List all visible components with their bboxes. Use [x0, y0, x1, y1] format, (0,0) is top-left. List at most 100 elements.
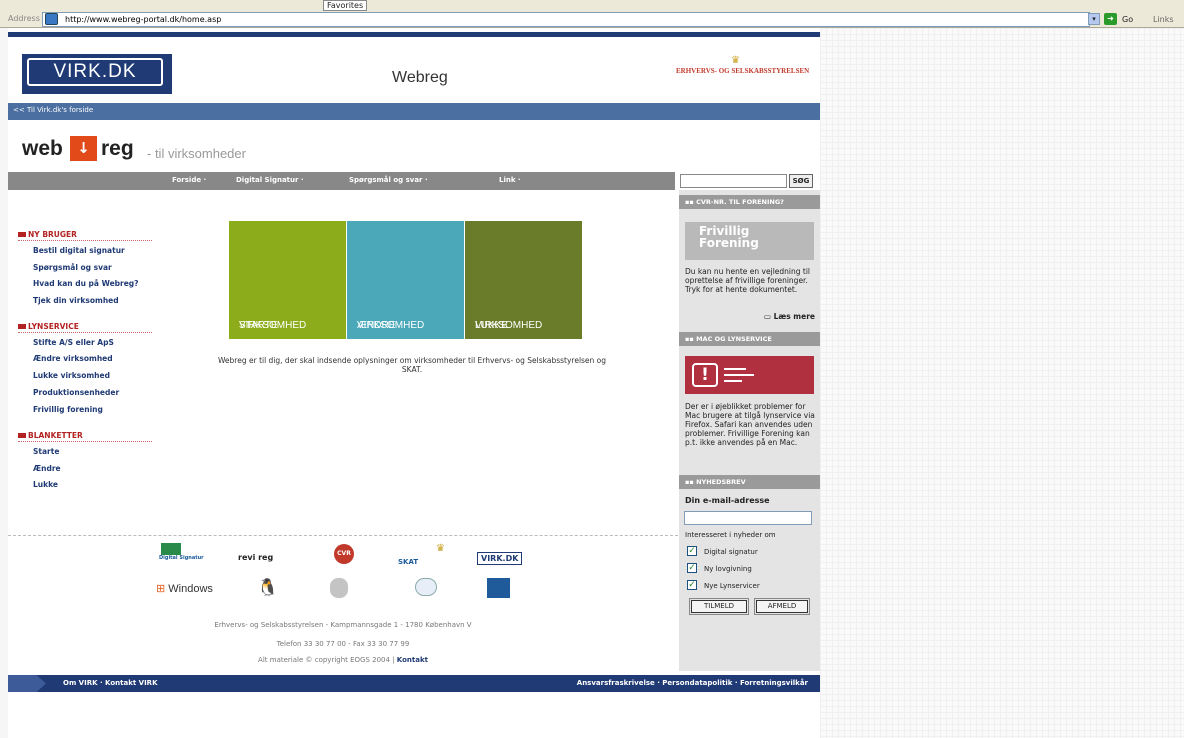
intro-text: Webreg er til dig, der skal indsende opl… [217, 356, 607, 374]
link-tjek-virksomhed[interactable]: Tjek din virksomhed [33, 296, 119, 305]
news-heading: ▪▪ NYHEDSBREV [679, 475, 820, 489]
go-arrow-icon[interactable]: ➜ [1104, 13, 1117, 25]
link-produktionsenheder[interactable]: Produktionsenheder [33, 388, 119, 397]
checkbox-nye-lynservicer[interactable]: ✓ [687, 580, 697, 590]
bullet-icon [18, 232, 26, 237]
brand-reg: reg [101, 137, 134, 160]
warning-icon: ! [692, 363, 718, 387]
read-more-link[interactable]: ▭ Læs mere [685, 312, 815, 321]
nav-link[interactable]: Link · [499, 176, 521, 184]
chevron-down-icon[interactable]: ▾ [1088, 13, 1100, 25]
checkbox-ny-lovgivning[interactable]: ✓ [687, 563, 697, 573]
read-more-label: Læs mere [773, 312, 815, 321]
email-field[interactable] [684, 511, 812, 525]
skat-logo[interactable]: SKAT [398, 558, 418, 566]
checkbox-label: Nye Lynservicer [704, 582, 760, 590]
firefox-icon[interactable] [487, 578, 510, 598]
section-title: LYNSERVICE [28, 322, 79, 331]
cvr-heading: ▪▪ CVR-NR. TIL FORENING? [679, 195, 820, 209]
link-stifte[interactable]: Stifte A/S eller ApS [33, 338, 114, 347]
divider [8, 535, 678, 536]
browser-icon[interactable] [415, 578, 437, 596]
link-bestil-signatur[interactable]: Bestil digital signatur [33, 246, 125, 255]
tile-line2: VIRKSOMHED [239, 320, 307, 331]
crown-icon: ♛ [731, 55, 740, 66]
contact-link[interactable]: Kontakt [397, 656, 428, 664]
unsubscribe-button[interactable]: AFMELD [754, 598, 810, 615]
url-input[interactable]: http://www.webreg-portal.dk/home.asp [42, 12, 1090, 27]
ebst-logo[interactable]: ERHVERVS- OG SELSKABSSTYRELSEN [676, 67, 809, 75]
footer-copyright: Alt materiale © copyright EOGS 2004 | Ko… [8, 656, 678, 664]
page-icon [45, 13, 58, 25]
search-input[interactable] [680, 174, 787, 188]
address-label: Address [8, 14, 40, 23]
bullet-icon [18, 324, 26, 329]
cvr-logo[interactable]: CVR [334, 544, 354, 564]
mac-heading: ▪▪ MAC OG LYNSERVICE [679, 332, 820, 346]
mac-text: Der er i øjeblikket problemer for Mac br… [685, 402, 815, 447]
site-header: VIRK.DK Webreg ♛ ERHVERVS- OG SELSKABSST… [8, 37, 820, 103]
footer-bar: Om VIRK · Kontakt VIRK Ansvarsfraskrivel… [8, 675, 820, 692]
signature-icon [161, 543, 181, 555]
link-blanket-lukke[interactable]: Lukke [33, 480, 58, 489]
tile-line2: VIRKSOMHED [475, 320, 543, 331]
search-button[interactable]: SØG [789, 174, 813, 188]
virk-logo[interactable]: VIRK.DK [22, 54, 172, 94]
back-link[interactable]: << Til Virk.dk's forside [8, 103, 820, 120]
logo-label: Digital Signatur [159, 555, 204, 561]
revireg-logo[interactable]: revi reg [238, 553, 273, 562]
interest-label: Interesseret i nyheder om [685, 531, 776, 539]
copyright-text: Alt materiale © copyright EOGS 2004 | [258, 656, 395, 664]
checkbox-label: Ny lovgivning [704, 565, 752, 573]
digital-signatur-logo[interactable]: Digital Signatur [159, 543, 204, 561]
footer-right-links[interactable]: Ansvarsfraskrivelse · Persondatapolitik … [577, 679, 808, 687]
arrow-down-icon: ↓ [70, 136, 97, 161]
link-hvad-kan-du[interactable]: Hvad kan du på Webreg? [33, 279, 139, 288]
browser-gutter [0, 28, 8, 738]
apple-icon[interactable] [330, 578, 348, 598]
links-button[interactable]: Links [1153, 15, 1174, 24]
page-title: Webreg [392, 69, 448, 86]
heading-text: MAC OG LYNSERVICE [696, 335, 772, 343]
footer-phone: Telefon 33 30 77 00 - Fax 33 30 77 99 [276, 640, 410, 648]
virk-logo-text: VIRK.DK [27, 58, 163, 86]
linux-tux-icon[interactable]: 🐧 [257, 578, 278, 598]
section-blanketter: BLANKETTER [18, 431, 152, 442]
windows-label: Windows [168, 583, 213, 595]
nav-digital-signatur[interactable]: Digital Signatur · [236, 176, 304, 184]
banner-line2: Forening [699, 236, 759, 250]
brand-tagline: - til virksomheder [147, 146, 246, 161]
subscribe-button[interactable]: TILMELD [689, 598, 749, 615]
section-title: NY BRUGER [28, 230, 77, 239]
link-blanket-starte[interactable]: Starte [33, 447, 59, 456]
tile-starte[interactable]: STARTE VIRKSOMHED [229, 221, 346, 339]
nav-forside[interactable]: Forside · [172, 176, 206, 184]
text-lines-icon [724, 374, 754, 376]
link-aendre[interactable]: Ændre virksomhed [33, 354, 113, 363]
main-nav: Forside · Digital Signatur · Spørgsmål o… [8, 172, 675, 190]
windows-icon: ⊞ [156, 583, 166, 595]
doc-icon: ▭ [763, 312, 774, 321]
link-frivillig[interactable]: Frivillig forening [33, 405, 103, 414]
section-lynservice: LYNSERVICE [18, 322, 152, 333]
favorites-tab[interactable]: Favorites [323, 0, 368, 11]
go-button[interactable]: Go [1122, 15, 1133, 24]
section-title: BLANKETTER [28, 431, 83, 440]
frivillig-forening-banner[interactable]: Frivillig Forening [685, 222, 814, 260]
windows-logo[interactable]: ⊞ Windows [156, 582, 213, 595]
checkbox-digital-signatur[interactable]: ✓ [687, 546, 697, 556]
text-lines-icon [724, 368, 746, 370]
brand-web: web [22, 137, 63, 160]
footer-address: Erhvervs- og Selskabsstyrelsen - Kampman… [214, 621, 472, 629]
tile-line2: VIRKSOMHED [357, 320, 425, 331]
link-spoergsmaal[interactable]: Spørgsmål og svar [33, 263, 112, 272]
virk-small-logo[interactable]: VIRK.DK [477, 552, 523, 565]
browser-background [820, 28, 1184, 738]
link-lukke[interactable]: Lukke virksomhed [33, 371, 110, 380]
nav-faq[interactable]: Spørgsmål og svar · [349, 176, 428, 184]
link-blanket-aendre[interactable]: Ændre [33, 464, 61, 473]
tile-aendre[interactable]: ÆNDRE VIRKSOMHED [347, 221, 464, 339]
bullet-icon [18, 433, 26, 438]
footer-left-links[interactable]: Om VIRK · Kontakt VIRK [63, 679, 158, 687]
tile-lukke[interactable]: LUKKE VIRKSOMHED [465, 221, 582, 339]
